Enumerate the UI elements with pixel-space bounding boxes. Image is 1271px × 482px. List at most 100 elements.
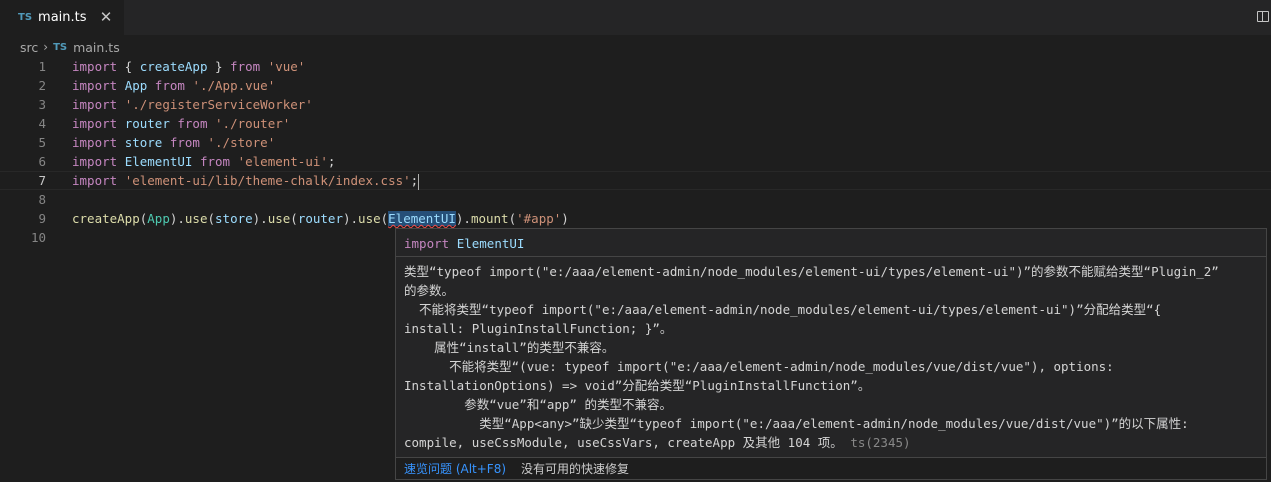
error-message-line: 类型“App<any>”缺少类型“typeof import("e:/aaa/e… [404,414,1264,433]
line-number: 4 [38,116,46,131]
breadcrumb-file[interactable]: main.ts [73,40,120,55]
code-token: ( [207,211,216,226]
code-text[interactable]: createApp(App).use(store).use(router).us… [72,209,569,228]
close-icon[interactable]: ✕ [98,8,114,26]
code-token: App [124,78,148,93]
error-code: ts(2345) [842,435,911,450]
code-token: ) [561,211,569,226]
line-number: 5 [38,135,46,150]
error-message-text: InstallationOptions) => void”分配给类型“Plugi… [404,378,871,393]
peek-problem-link[interactable]: 速览问题 (Alt+F8) [404,460,506,477]
error-message-line: compile, useCssModule, useCssVars, creat… [404,433,1264,452]
hover-signature: import ElementUI [404,235,524,252]
signature-keyword: import [404,236,450,251]
error-message-line: 的参数。 [404,281,1264,300]
code-token: ). [252,211,268,226]
error-message-line: 参数“vue”和“app” 的类型不兼容。 [404,395,1264,414]
code-line[interactable]: 3 import './registerServiceWorker' [0,95,1271,114]
code-line[interactable]: 9 createApp(App).use(store).use(router).u… [0,209,1271,228]
breadcrumb: src › TS main.ts [20,37,120,57]
typescript-file-icon: TS [18,12,33,23]
tab-bar: TS main.ts ✕ [0,0,1271,35]
chevron-right-icon: › [43,40,49,54]
error-message-text: 类型“typeof import("e:/aaa/element-admin/n… [404,264,1219,279]
error-message-line: InstallationOptions) => void”分配给类型“Plugi… [404,376,1264,395]
code-token: router [297,211,343,226]
code-line[interactable]: 8 [0,190,1271,209]
code-line[interactable]: 5 import store from './store' [0,133,1271,152]
code-token: ). [342,211,359,226]
code-token: './registerServiceWorker' [124,97,313,112]
code-token: } [207,59,231,74]
error-message-text: 不能将类型“(vue: typeof import("e:/aaa/elemen… [404,359,1114,374]
code-line[interactable]: 7 import 'element-ui/lib/theme-chalk/inde… [0,171,1271,190]
no-quick-fix-label: 没有可用的快速修复 [521,462,630,476]
code-token: from [154,78,185,93]
code-token: import [72,135,118,150]
code-token: router [124,116,170,131]
code-line[interactable]: 4 import router from './router' [0,114,1271,133]
code-text[interactable]: import './registerServiceWorker' [72,95,313,114]
code-token: 'element-ui' [237,154,328,169]
line-number: 8 [38,192,46,207]
code-line[interactable]: 1 import { createApp } from 'vue' [0,57,1271,76]
tab-main-ts[interactable]: TS main.ts ✕ [0,0,124,35]
code-token: import [72,78,118,93]
code-token: import [72,154,118,169]
code-text[interactable]: import 'element-ui/lib/theme-chalk/index… [72,172,420,190]
code-token: from [230,59,261,74]
code-text[interactable]: import { createApp } from 'vue' [72,57,305,76]
error-message-text: 属性“install”的类型不兼容。 [404,340,615,355]
code-token: 'vue' [267,59,306,74]
error-message-line: 属性“install”的类型不兼容。 [404,338,1264,357]
code-token: ( [290,211,298,226]
code-token: 'element-ui/lib/theme-chalk/index.css' [124,173,411,188]
code-token: ; [327,154,336,169]
error-message-line: 不能将类型“typeof import("e:/aaa/element-admi… [404,300,1264,319]
error-message-text: compile, useCssModule, useCssVars, creat… [404,435,843,450]
code-token: from [169,135,200,150]
code-token: import [72,173,118,188]
line-number: 3 [38,97,46,112]
error-message-line: install: PluginInstallFunction; }”。 [404,319,1264,338]
code-text[interactable]: import App from './App.vue' [72,76,275,95]
error-message-text: 类型“App<any>”缺少类型“typeof import("e:/aaa/e… [404,416,1189,431]
code-line[interactable]: 2 import App from './App.vue' [0,76,1271,95]
error-message-text: 不能将类型“typeof import("e:/aaa/element-admi… [404,302,1162,317]
hover-divider [396,256,1266,257]
code-text[interactable]: import router from './router' [72,114,290,133]
tab-label: main.ts [38,10,87,25]
code-token: mount [470,211,509,226]
code-token: createApp [72,211,140,226]
error-message-text: install: PluginInstallFunction; }”。 [404,321,673,336]
hover-error-message: 类型“typeof import("e:/aaa/element-admin/n… [404,262,1264,452]
breadcrumb-folder[interactable]: src [20,40,38,55]
code-token: use [358,211,381,226]
code-token: ). [455,211,471,226]
error-message-text: 参数“vue”和“app” 的类型不兼容。 [404,397,672,412]
code-text[interactable]: import store from './store' [72,133,275,152]
code-token: './store' [207,135,276,150]
error-message-text: 的参数。 [404,283,455,298]
code-token: './router' [215,116,291,131]
code-token: ElementUI [124,154,193,169]
split-editor-icon[interactable] [1257,11,1269,22]
line-number: 7 [38,173,46,188]
code-token: ElementUI [388,211,456,226]
code-text[interactable]: import ElementUI from 'element-ui'; [72,152,335,171]
code-line[interactable]: 6 import ElementUI from 'element-ui'; [0,152,1271,171]
typescript-file-icon: TS [53,41,68,53]
code-token: store [215,211,253,226]
code-token: ). [169,211,185,226]
code-token: ( [508,211,517,226]
